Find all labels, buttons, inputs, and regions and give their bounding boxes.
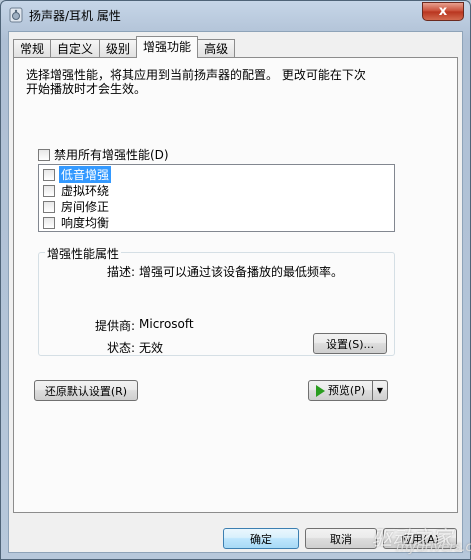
checkbox-box[interactable]	[43, 216, 55, 229]
enhancement-properties-group: 增强性能属性 描述: 增强可以通过该设备播放的最低频率。 提供商: Micros…	[38, 245, 395, 356]
close-icon: x	[438, 4, 448, 19]
provider-label: 提供商:	[95, 319, 136, 333]
window-title: 扬声器/耳机 属性	[29, 9, 121, 23]
description-value: 增强可以通过该设备播放的最低频率。	[139, 265, 344, 279]
list-item-room-correction[interactable]: 房间修正	[43, 199, 111, 214]
tab-advanced[interactable]: 高级	[197, 39, 236, 58]
tab-bar: 常规 自定义 级别 增强功能 高级	[13, 36, 236, 58]
description-line-2: 开始播放时才会生效。	[26, 82, 147, 96]
preview-button[interactable]: 预览(P) ▼	[308, 380, 388, 401]
list-item-label: 房间修正	[61, 200, 110, 214]
tab-levels[interactable]: 级别	[99, 39, 138, 58]
list-item-label: 低音增强	[59, 166, 112, 183]
restore-defaults-button[interactable]: 还原默认设置(R)	[34, 380, 138, 401]
preview-label: 预览(P)	[327, 384, 366, 397]
description-label: 描述:	[107, 265, 136, 279]
disable-all-checkbox[interactable]: 禁用所有增强性能(D)	[38, 146, 169, 163]
disable-all-label: 禁用所有增强性能(D)	[54, 148, 169, 162]
enhancements-list[interactable]: 低音增强 虚拟环绕 房间修正 响度均衡	[38, 164, 395, 232]
list-item-loudness-equalization[interactable]: 响度均衡	[43, 215, 111, 230]
list-item-label: 响度均衡	[61, 216, 110, 230]
provider-value: Microsoft	[139, 317, 194, 331]
title-bar[interactable]: 扬声器/耳机 属性 x	[1, 1, 470, 29]
tab-general[interactable]: 常规	[13, 39, 52, 58]
close-button[interactable]: x	[422, 2, 464, 21]
tab-enhancements[interactable]: 增强功能	[136, 36, 199, 58]
enhancements-description: 选择增强性能，将其应用到当前扬声器的配置。 更改可能在下次 开始播放时才会生效。	[26, 68, 446, 96]
list-item-bass-boost[interactable]: 低音增强	[43, 166, 112, 183]
list-item-label: 虚拟环绕	[61, 184, 110, 198]
checkbox-box[interactable]	[43, 168, 55, 181]
checkbox-box[interactable]	[38, 148, 50, 161]
ok-button[interactable]: 确定	[223, 528, 299, 549]
tab-custom[interactable]: 自定义	[50, 39, 101, 58]
list-item-virtual-surround[interactable]: 虚拟环绕	[43, 183, 111, 198]
dialog-body: 常规 自定义 级别 增强功能 高级 选择增强性能，将其应用到当前扬声器的配置。 …	[8, 31, 463, 553]
status-label: 状态:	[107, 341, 136, 355]
apply-button[interactable]: 应用(A)	[383, 528, 457, 549]
play-icon	[315, 384, 325, 397]
enhancements-panel: 选择增强性能，将其应用到当前扬声器的配置。 更改可能在下次 开始播放时才会生效。…	[13, 57, 458, 513]
chevron-down-icon[interactable]: ▼	[373, 381, 387, 400]
properties-window: 扬声器/耳机 属性 x 常规 自定义 级别 增强功能 高级 选择增强性能，将其应…	[0, 0, 471, 560]
settings-button[interactable]: 设置(S)...	[313, 333, 387, 354]
group-title: 增强性能属性	[45, 245, 122, 262]
preview-main-button[interactable]: 预览(P)	[309, 381, 373, 400]
cancel-button[interactable]: 取消	[305, 528, 377, 549]
status-value: 无效	[139, 341, 164, 355]
checkbox-box[interactable]	[43, 184, 55, 197]
description-line-1: 选择增强性能，将其应用到当前扬声器的配置。 更改可能在下次	[26, 68, 366, 82]
speaker-icon	[9, 7, 23, 23]
checkbox-box[interactable]	[43, 200, 55, 213]
